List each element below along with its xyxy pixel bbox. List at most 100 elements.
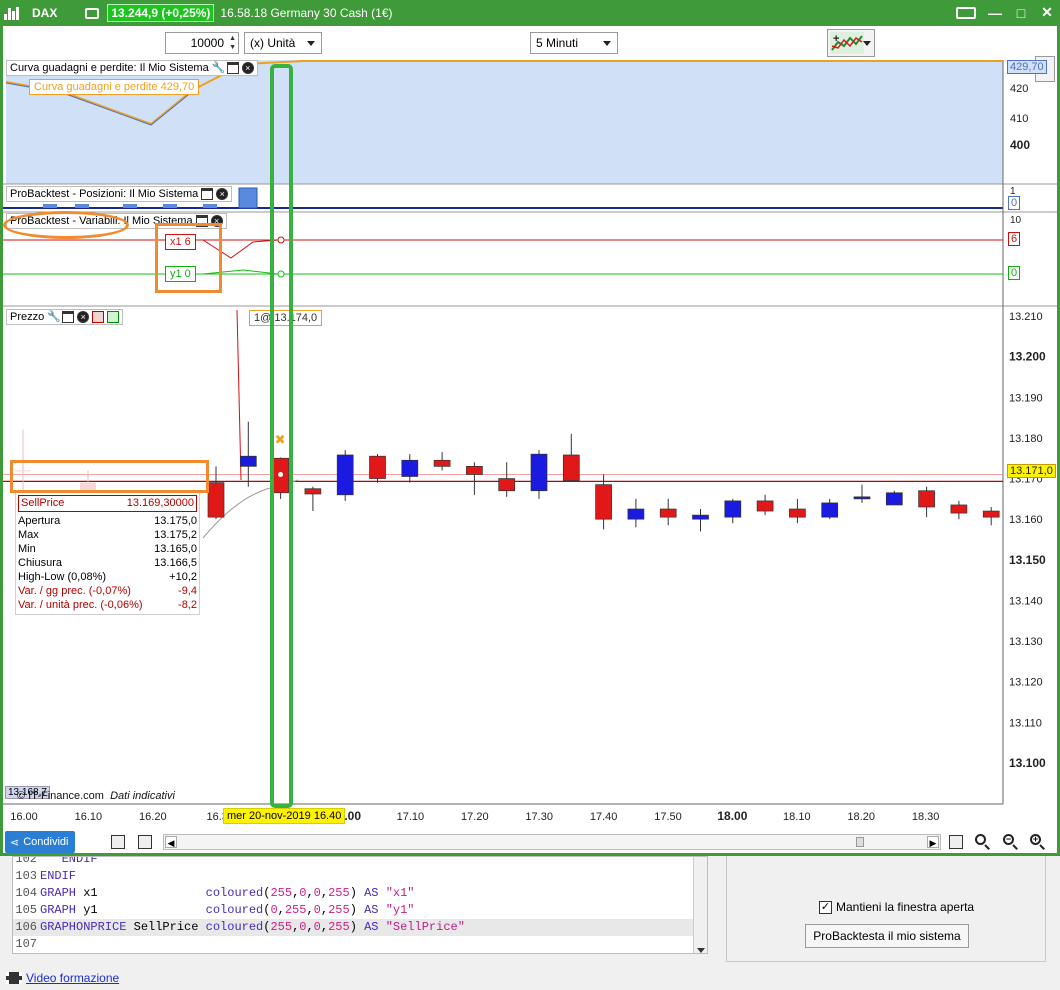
code-line[interactable]: 102 ENDIF [13, 856, 707, 868]
position-bar [75, 204, 89, 208]
tv-icon[interactable] [85, 7, 100, 19]
chart-scrollbar[interactable]: ◀ ▶ [163, 834, 941, 850]
share-button[interactable]: ⋖ Condividi [5, 831, 75, 853]
zoom-out-icon[interactable]: − [1003, 834, 1019, 850]
code-token: ENDIF [40, 856, 98, 866]
share-label: Condividi [23, 836, 69, 848]
ohlc-row-value: +10,2 [169, 571, 197, 583]
keyboard-icon[interactable] [956, 6, 976, 19]
code-editor[interactable]: 102 ENDIF 103 ENDIF 104 GRAPH x1 coloured(25… [12, 856, 708, 954]
bottom-section: 102 ENDIF 103 ENDIF 104 GRAPH x1 coloured(25… [0, 856, 1060, 990]
code-token: 255 [328, 903, 350, 917]
instrument-name: 16.58.18 Germany 30 Cash (1€) [220, 6, 393, 20]
window-icon[interactable] [62, 311, 75, 323]
maximize-button[interactable]: □ [1014, 5, 1028, 21]
chevron-down-icon [603, 41, 611, 46]
code-token: , [320, 920, 329, 934]
time-axis-tick: 16.10 [75, 811, 103, 823]
equity-last-tag: 429,70 [1007, 60, 1047, 74]
buy-order-icon[interactable] [107, 311, 120, 323]
table-icon[interactable] [138, 835, 152, 849]
code-line[interactable]: 107 [13, 936, 707, 953]
editor-scrollbar[interactable] [693, 857, 707, 953]
code-token: ) [349, 886, 365, 900]
time-axis-tick: 17.20 [461, 811, 489, 823]
run-backtest-button[interactable]: ProBacktesta il mio sistema [805, 924, 969, 948]
price-axis-tick: 13.130 [1009, 636, 1043, 648]
code-line[interactable]: 104 GRAPH x1 coloured(255,0,0,255) AS "x1… [13, 885, 707, 902]
scroll-right-icon[interactable]: ▶ [927, 836, 939, 848]
code-token: 0 [313, 886, 321, 900]
code-line[interactable]: 105 GRAPH y1 coloured(0,255,0,255) AS "y1… [13, 902, 707, 919]
candle-body [756, 500, 774, 512]
chevron-down-icon [307, 41, 315, 46]
code-token: "SellPrice" [385, 920, 465, 934]
time-axis-tick: 17.40 [590, 811, 618, 823]
code-token: 255 [284, 903, 307, 917]
units-select[interactable]: (x) Unità [244, 32, 322, 54]
ohlc-row-label: Max [18, 529, 39, 541]
candle-body [562, 454, 580, 481]
time-axis-tick: 16.00 [10, 811, 38, 823]
add-indicator-button[interactable]: + [827, 29, 875, 57]
wrench-icon[interactable]: 🔧 [211, 62, 225, 74]
candle-body [950, 504, 968, 514]
code-token: 0 [270, 903, 278, 917]
sell-order-icon[interactable] [92, 311, 105, 323]
video-tutorial-link[interactable]: Video formazione [26, 971, 119, 985]
chart-canvas[interactable]: 42041040011013.21013.20013.19013.18013.1… [3, 60, 1057, 832]
chart-settings-icon[interactable] [949, 835, 963, 849]
candle-body [207, 482, 225, 518]
scroll-left-icon[interactable]: ◀ [165, 836, 177, 848]
timeframe-select[interactable]: 5 Minuti [530, 32, 618, 54]
film-icon [6, 972, 22, 984]
time-axis-tick: 16.20 [139, 811, 167, 823]
spin-arrows-icon[interactable]: ▲ ▼ [229, 34, 236, 52]
candle-body [498, 478, 516, 492]
close-icon[interactable]: × [241, 62, 254, 74]
calculator-icon[interactable] [111, 835, 125, 849]
position-bar [203, 204, 217, 208]
ohlc-row: Var. / unità prec. (-0,06%) -8,2 [18, 598, 197, 612]
code-line[interactable]: 103 ENDIF [13, 868, 707, 885]
ohlc-row-value: 13.166,5 [154, 557, 197, 569]
x1-spike-line [236, 309, 242, 481]
ohlc-row-label: Var. / gg prec. (-0,07%) [18, 585, 131, 597]
code-line[interactable]: 106 GRAPHONPRICE SellPrice coloured(255,0… [13, 919, 707, 936]
quantity-stepper[interactable]: 10000 ▲ ▼ [165, 32, 239, 54]
zoom-in-icon[interactable]: + [1030, 834, 1046, 850]
orange-box-annotation [155, 223, 222, 293]
line-number: 106 [15, 920, 37, 934]
minimize-button[interactable]: — [988, 5, 1002, 21]
scroll-down-icon[interactable] [697, 948, 705, 953]
window-icon[interactable] [226, 62, 239, 74]
ohlc-row-value: -8,2 [178, 599, 197, 611]
chart-app-icon [4, 6, 22, 20]
price-panel-title: Prezzo [10, 311, 45, 323]
close-window-button[interactable]: ✕ [1040, 4, 1054, 21]
keep-open-checkbox[interactable]: ✓ [819, 900, 832, 914]
window-icon[interactable] [201, 188, 214, 200]
title-bar: DAX 13.244,9 (+0,25%) 16.58.18 Germany 3… [0, 0, 1060, 26]
autofit-zoom-icon[interactable] [975, 834, 991, 850]
line-number: 104 [15, 886, 37, 900]
chart-area[interactable]: 420 410 400 1 10 13.210 13.200 13.190 13.180 13.1… [0, 60, 1060, 832]
sellprice-row: SellPrice 13.169,30000 [18, 495, 197, 512]
green-highlight-annotation [270, 64, 293, 808]
keep-open-option[interactable]: ✓ Mantieni la finestra aperta [819, 900, 974, 914]
ohlc-row: Min 13.165,0 [18, 542, 197, 556]
keep-open-label: Mantieni la finestra aperta [836, 900, 975, 914]
close-icon[interactable]: × [77, 311, 90, 323]
position-bar [123, 204, 137, 208]
equity-axis-tick: 420 [1010, 83, 1028, 95]
price-axis-tick: 13.160 [1009, 514, 1043, 526]
scroll-thumb[interactable] [856, 837, 864, 847]
candle-body [918, 490, 935, 508]
price-axis-tick: 13.210 [1009, 311, 1043, 323]
candle-body [304, 488, 322, 495]
close-icon[interactable]: × [216, 188, 229, 200]
wrench-icon[interactable]: 🔧 [47, 311, 61, 323]
line-number: 105 [15, 903, 37, 917]
